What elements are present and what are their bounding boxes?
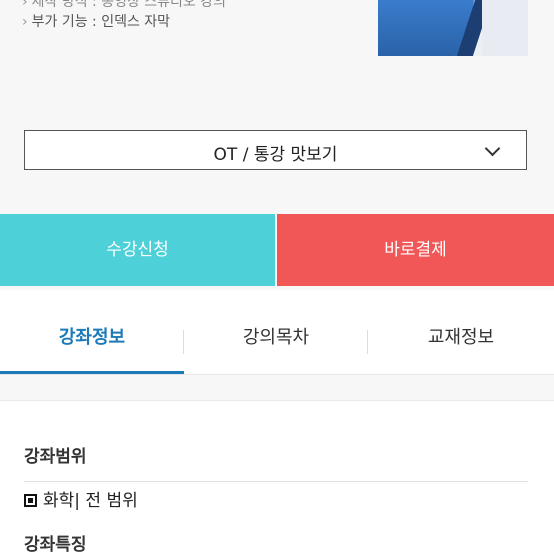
tab-lecture-list[interactable]: 강의목차 [184,290,368,374]
tabs-divider [0,374,554,375]
pay-now-button[interactable]: 바로결제 [277,214,554,286]
scope-heading: 강좌범위 [24,447,87,467]
tab-divider [367,330,368,354]
lecture-select-dropdown[interactable]: OT / 통강 맛보기 [24,130,527,170]
enroll-button[interactable]: 수강신청 [0,214,275,286]
course-info-extra-feature: › 부가 기능 : 인덱스 자막 [22,14,171,30]
features-heading: 강좌특징 [24,535,87,555]
course-tabs: 강좌정보 강의목차 교재정보 [0,290,554,374]
instructor-photo [378,0,528,56]
course-info-production: › 제작 방식 : 동영상 스튜디오 강의 [22,0,226,11]
tab-course-info[interactable]: 강좌정보 [0,290,184,374]
square-bullet-icon [24,494,37,507]
section-divider [24,481,528,482]
scope-value: 화학| 전 범위 [24,486,138,511]
lecture-select-value: OT / 통강 맛보기 [213,145,338,165]
tab-divider [183,330,184,354]
bullet-icon: › [22,0,28,10]
bullet-icon: › [22,14,28,30]
tab-textbook-info[interactable]: 교재정보 [368,290,554,374]
course-info-section: › 제작 방식 : 동영상 스튜디오 강의 › 부가 기능 : 인덱스 자막 OT … [0,0,554,210]
